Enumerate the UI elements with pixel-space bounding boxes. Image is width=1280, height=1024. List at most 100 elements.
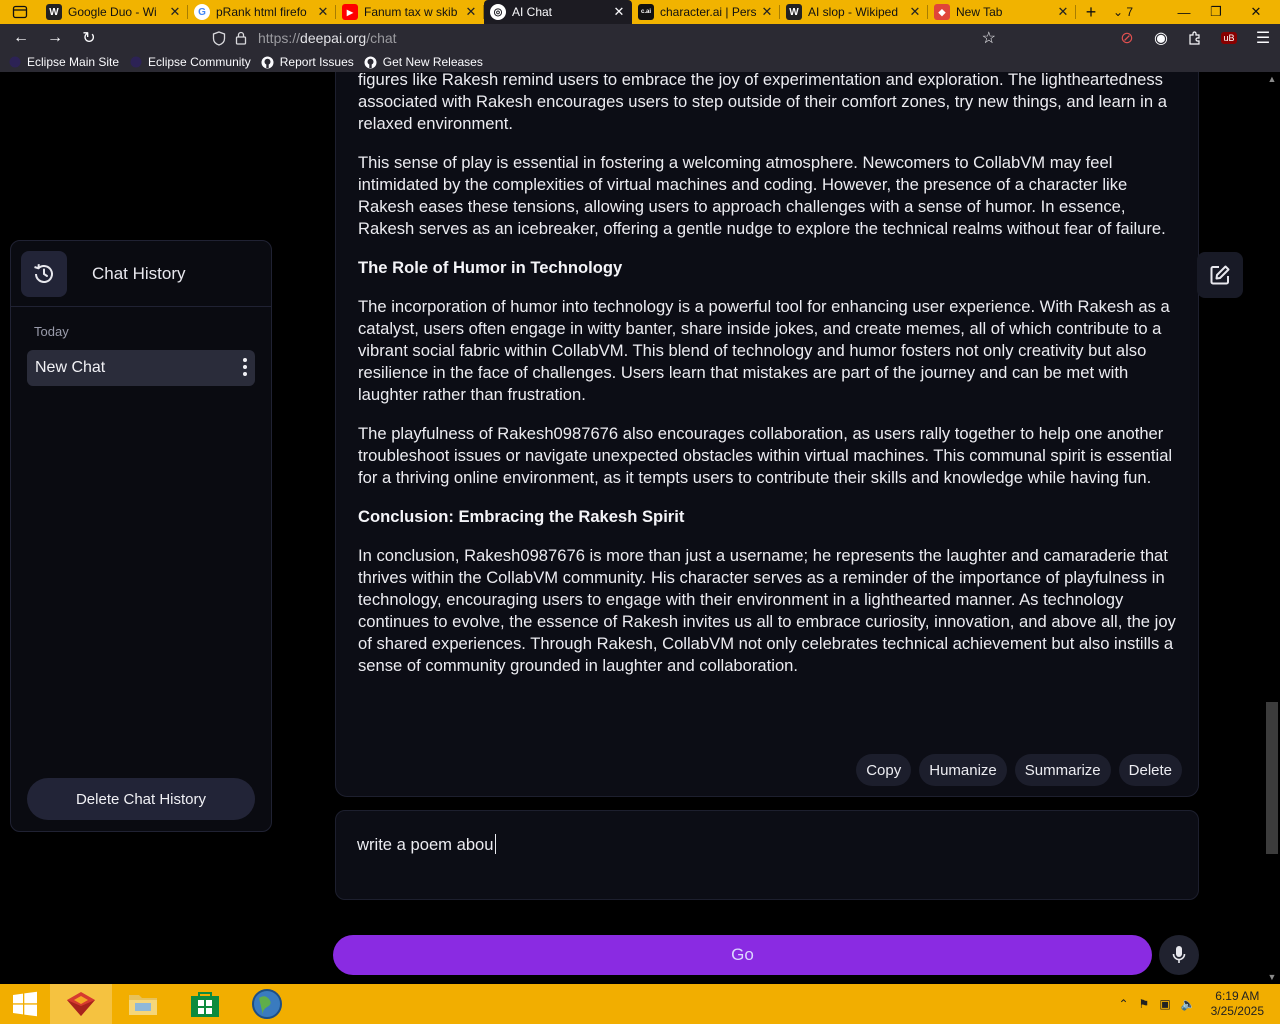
- windows-taskbar: ⌃ ⚑ ▣ 🔈 6:19 AM 3/25/2025: [0, 984, 1280, 1024]
- network-icon[interactable]: ▣: [1159, 997, 1170, 1011]
- tab-strip: W Google Duo - Wi ✕ G pRank html firefo …: [0, 0, 1280, 24]
- tab-fanum-tax[interactable]: ▶ Fanum tax w skib ✕: [336, 0, 484, 24]
- window-close-button[interactable]: ✕: [1232, 0, 1280, 24]
- bookmark-eclipse-main[interactable]: Eclipse Main Site: [8, 55, 119, 69]
- clock-date: 3/25/2025: [1210, 1004, 1264, 1018]
- close-tab-icon[interactable]: ✕: [464, 4, 478, 20]
- url-text: https://deepai.org/chat: [258, 30, 397, 46]
- bookmark-label: Eclipse Main Site: [27, 55, 120, 69]
- response-paragraph: The playfulness of Rakesh0987676 also en…: [358, 424, 1173, 487]
- tab-label: Google Duo - Wi: [68, 5, 157, 19]
- app-menu-button[interactable]: ☰: [1246, 24, 1280, 52]
- ublock-button[interactable]: uB: [1212, 24, 1246, 52]
- restore-button[interactable]: ❐: [1200, 0, 1232, 24]
- close-tab-icon[interactable]: ✕: [760, 4, 774, 20]
- chat-history-sidebar: Chat History Today New Chat Delete Chat …: [10, 240, 272, 832]
- taskbar-store[interactable]: [174, 984, 236, 1024]
- response-actions: Copy Humanize Summarize Delete: [856, 754, 1182, 786]
- chat-list-item[interactable]: New Chat: [27, 350, 255, 386]
- bookmark-get-new-releases[interactable]: Get New Releases: [364, 55, 483, 69]
- scroll-down-arrow-icon[interactable]: ▼: [1264, 972, 1280, 982]
- tab-character-ai[interactable]: c.ai character.ai | Pers ✕: [632, 0, 780, 24]
- tab-label: character.ai | Pers: [660, 5, 757, 19]
- start-button[interactable]: [0, 984, 50, 1024]
- tab-list-menu-button[interactable]: [0, 0, 40, 24]
- address-bar[interactable]: https://deepai.org/chat ☆: [208, 26, 1010, 50]
- response-paragraph: In conclusion, Rakesh0987676 is more tha…: [358, 546, 1176, 675]
- bookmark-report-issues[interactable]: Report Issues: [261, 55, 354, 69]
- account-button[interactable]: ◉: [1144, 24, 1178, 52]
- taskbar-globe-app[interactable]: [236, 984, 298, 1024]
- arrow-left-icon: ←: [13, 29, 29, 46]
- taskbar-firefox[interactable]: [50, 984, 112, 1024]
- history-icon: [34, 263, 53, 283]
- tab-ai-chat[interactable]: ◎ AI Chat ✕: [484, 0, 632, 24]
- close-tab-icon[interactable]: ✕: [1056, 4, 1070, 20]
- tab-new-tab[interactable]: ◆ New Tab ✕: [928, 0, 1076, 24]
- tab-prank-html[interactable]: G pRank html firefo ✕: [188, 0, 336, 24]
- close-tab-icon[interactable]: ✕: [316, 4, 330, 20]
- summarize-button[interactable]: Summarize: [1014, 754, 1111, 786]
- date-group-label: Today: [34, 324, 69, 339]
- new-chat-button[interactable]: [1197, 252, 1243, 298]
- volume-muted-icon[interactable]: 🔈: [1181, 997, 1196, 1011]
- text-caret: [494, 834, 496, 854]
- tab-ai-slop[interactable]: W AI slop - Wikiped ✕: [780, 0, 928, 24]
- go-button[interactable]: Go: [333, 935, 1152, 975]
- tracking-shield-icon[interactable]: [208, 30, 230, 46]
- kebab-menu-icon[interactable]: [243, 358, 247, 376]
- globe-icon: [252, 989, 282, 1019]
- bookmarks-toolbar: Eclipse Main Site Eclipse Community Repo…: [0, 52, 1280, 72]
- response-heading: The Role of Humor in Technology: [358, 258, 623, 277]
- windows-logo-icon: [13, 991, 37, 1017]
- new-tab-logo-icon: ◆: [934, 4, 950, 20]
- sidebar-header: Chat History: [11, 241, 271, 307]
- history-toggle-button[interactable]: [21, 250, 67, 297]
- bookmark-star-icon[interactable]: ☆: [982, 28, 996, 48]
- copy-button[interactable]: Copy: [856, 754, 912, 786]
- taskbar-file-explorer[interactable]: [112, 984, 174, 1024]
- wikipedia-icon: W: [786, 4, 802, 20]
- window-list-icon: [12, 5, 28, 19]
- all-tabs-button[interactable]: ⌄ 7: [1106, 0, 1140, 24]
- tab-label: pRank html firefo: [216, 5, 307, 19]
- sidebar-title: Chat History: [92, 263, 186, 283]
- close-tab-icon[interactable]: ✕: [168, 4, 182, 20]
- lock-icon[interactable]: [230, 31, 252, 45]
- forward-button[interactable]: →: [38, 24, 72, 52]
- system-clock[interactable]: 6:19 AM 3/25/2025: [1211, 989, 1264, 1019]
- scrollbar-thumb[interactable]: [1266, 702, 1278, 854]
- delete-chat-history-button[interactable]: Delete Chat History: [27, 778, 255, 820]
- browser-app-icon: [67, 992, 95, 1016]
- system-tray: ⌃ ⚑ ▣ 🔈 6:19 AM 3/25/2025: [1113, 984, 1280, 1024]
- chat-input-box[interactable]: write a poem abou: [335, 810, 1199, 900]
- page-scrollbar[interactable]: ▲ ▼: [1264, 72, 1280, 984]
- response-paragraph: This sense of play is essential in foste…: [358, 153, 1166, 238]
- bookmark-eclipse-community[interactable]: Eclipse Community: [129, 55, 251, 69]
- new-tab-button[interactable]: +: [1076, 0, 1106, 24]
- microphone-button[interactable]: [1159, 935, 1199, 975]
- humanize-button[interactable]: Humanize: [919, 754, 1007, 786]
- close-tab-icon[interactable]: ✕: [908, 4, 922, 20]
- reload-button[interactable]: ↻: [72, 24, 106, 52]
- edit-icon: [1210, 265, 1230, 285]
- scroll-up-arrow-icon[interactable]: ▲: [1264, 74, 1280, 84]
- page-content: Chat History Today New Chat Delete Chat …: [0, 72, 1264, 984]
- back-button[interactable]: ←: [4, 24, 38, 52]
- minimize-button[interactable]: —: [1168, 0, 1200, 24]
- delete-button[interactable]: Delete: [1118, 754, 1182, 786]
- bookmark-label: Eclipse Community: [148, 55, 251, 69]
- navigation-bar: ← → ↻ https://deepai.org/chat ☆ ⊘ ◉ uB ☰: [0, 24, 1280, 52]
- microphone-icon: [1172, 946, 1186, 963]
- response-heading: Conclusion: Embracing the Rakesh Spirit: [358, 507, 685, 526]
- folder-icon: [129, 995, 157, 1015]
- extensions-button[interactable]: [1178, 24, 1212, 52]
- chat-input-field[interactable]: write a poem abou: [357, 834, 496, 855]
- extension-badge-button[interactable]: ⊘: [1110, 24, 1144, 52]
- show-hidden-icons-button[interactable]: ⌃: [1118, 997, 1128, 1011]
- close-tab-icon[interactable]: ✕: [612, 4, 626, 20]
- action-center-flag-icon[interactable]: ⚑: [1139, 997, 1150, 1011]
- reload-icon: ↻: [82, 30, 96, 47]
- response-paragraph: figures like Rakesh remind users to embr…: [358, 72, 1167, 133]
- tab-google-duo[interactable]: W Google Duo - Wi ✕: [40, 0, 188, 24]
